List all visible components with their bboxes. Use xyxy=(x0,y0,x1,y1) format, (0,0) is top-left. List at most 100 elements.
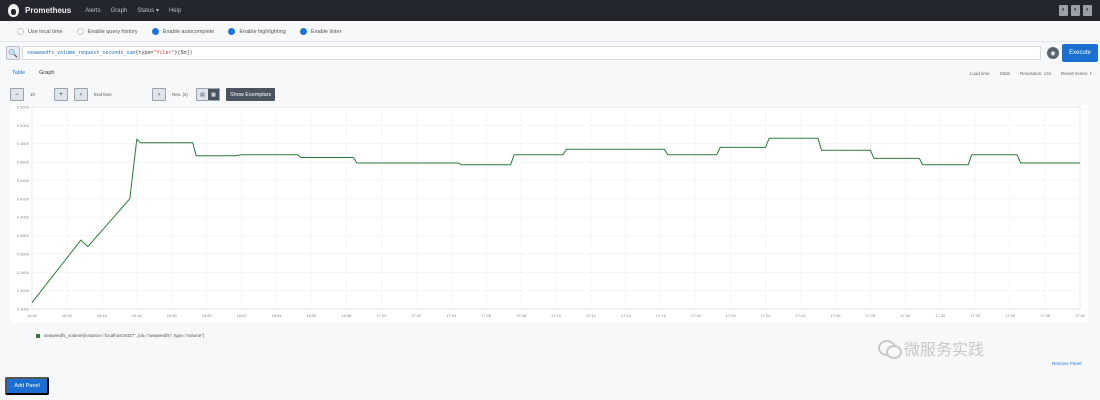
option-label: Use local time xyxy=(28,28,63,35)
metrics-explorer-icon[interactable]: ◉ xyxy=(1047,47,1059,59)
end-time-back-button[interactable]: ‹ xyxy=(74,88,88,101)
x-tick-label: 17:26 xyxy=(830,313,841,318)
graph-legend[interactable]: seaweedfs_volume{instance="localhost:932… xyxy=(36,333,204,338)
x-tick-label: 17:10 xyxy=(551,313,562,318)
x-tick-label: 17:22 xyxy=(761,313,772,318)
y-tick-label: 0.4600 xyxy=(17,160,30,165)
query-stats: Load time Stats Resolution: 14s Result s… xyxy=(970,71,1092,76)
query-string: "filer" xyxy=(153,50,175,56)
x-tick-label: 17:04 xyxy=(446,313,457,318)
option-label: Enable highlighting xyxy=(239,28,286,35)
stack-toggle: ▤ ▦ xyxy=(196,88,220,101)
x-tick-label: 17:28 xyxy=(865,313,876,318)
unstacked-icon[interactable]: ▤ xyxy=(197,89,208,100)
nav-graph[interactable]: Graph xyxy=(111,8,128,14)
tab-table[interactable]: Table xyxy=(12,70,25,76)
option-linter[interactable]: Enable linter xyxy=(299,28,342,35)
y-tick-label: 0.3000 xyxy=(17,307,30,312)
x-tick-label: 17:32 xyxy=(935,313,946,318)
y-tick-label: 0.4000 xyxy=(17,215,30,220)
legend-swatch xyxy=(36,333,40,338)
y-tick-label: 0.4200 xyxy=(17,196,30,201)
execute-button[interactable]: Execute xyxy=(1062,44,1098,62)
x-tick-label: 17:40 xyxy=(1075,313,1086,318)
option-label: Enable linter xyxy=(310,28,342,35)
x-tick-label: 17:12 xyxy=(586,313,597,318)
range-decrease-button[interactable]: − xyxy=(10,88,24,101)
x-tick-label: 17:24 xyxy=(796,313,807,318)
y-tick-label: 0.3400 xyxy=(17,270,30,275)
y-tick-label: 0.3200 xyxy=(17,288,30,293)
theme-light-icon[interactable]: ◐ xyxy=(1059,5,1068,16)
checkbox-linter[interactable] xyxy=(299,28,307,35)
watermark-text: 微服务实践 xyxy=(904,342,985,359)
x-tick-label: 16:52 xyxy=(237,313,248,318)
checkbox-query-history[interactable] xyxy=(76,28,84,35)
x-tick-label: 16:44 xyxy=(97,313,108,318)
x-tick-label: 16:54 xyxy=(272,313,283,318)
x-tick-label: 17:08 xyxy=(516,313,527,318)
checkbox-autocomplete[interactable] xyxy=(151,28,159,35)
query-suffix: }[5m]) xyxy=(174,50,193,56)
x-tick-label: 16:58 xyxy=(341,313,352,318)
add-panel-button[interactable]: Add Panel xyxy=(5,377,49,395)
y-tick-label: 0.4800 xyxy=(17,141,30,146)
x-tick-label: 16:48 xyxy=(167,313,178,318)
y-tick-label: 0.5000 xyxy=(17,123,30,128)
x-tick-label: 16:42 xyxy=(62,313,73,318)
x-tick-label: 17:38 xyxy=(1040,313,1051,318)
query-bar: 🔍 seaweedfs_volume_request_seconds_sum{t… xyxy=(6,43,1098,63)
x-tick-label: 17:20 xyxy=(726,313,737,318)
x-tick-label: 17:16 xyxy=(656,313,667,318)
option-local-time[interactable]: Use local time xyxy=(17,28,63,35)
wechat-icon xyxy=(878,338,902,359)
graph-controls: − 1h + ‹ End time › Res. (s) ▤ ▦ Show Ex… xyxy=(10,87,276,102)
expression-input[interactable]: seaweedfs_volume_request_seconds_sum{typ… xyxy=(22,46,1041,60)
resolution-input[interactable]: Res. (s) xyxy=(172,92,190,97)
search-icon[interactable]: 🔍 xyxy=(6,46,20,60)
stat-result-series: Result series: 1 xyxy=(1060,70,1092,76)
x-tick-label: 17:36 xyxy=(1005,313,1016,318)
stat-load-time: Load time xyxy=(969,70,990,76)
time-series-graph[interactable]: 0.3000 0.3200 0.3400 0.3600 0.3800 0.4000 0.42… xyxy=(10,105,1088,323)
brand-title: Prometheus xyxy=(25,6,72,15)
nav-help[interactable]: Help xyxy=(169,8,181,14)
query-metric: seaweedfs_volume_request_seconds_sum xyxy=(27,50,136,56)
range-increase-button[interactable]: + xyxy=(54,88,68,101)
y-tick-label: 0.4400 xyxy=(17,178,30,183)
x-tick-label: 17:34 xyxy=(970,313,981,318)
show-exemplars-button[interactable]: Show Exemplars xyxy=(226,88,276,101)
range-input[interactable]: 1h xyxy=(30,92,48,97)
option-query-history[interactable]: Enable query history xyxy=(76,28,138,35)
y-tick-label: 0.3600 xyxy=(17,251,30,256)
option-autocomplete[interactable]: Enable autocomplete xyxy=(151,28,214,35)
end-time-input[interactable]: End time xyxy=(94,92,146,97)
x-tick-label: 16:50 xyxy=(202,313,213,318)
panel-tabs: Table Graph Load time Stats Resolution: … xyxy=(12,66,1092,80)
top-navbar: Prometheus Alerts Graph Status ▾ Help ◐ … xyxy=(0,0,1100,21)
option-highlighting[interactable]: Enable highlighting xyxy=(228,28,286,35)
x-tick-label: 16:46 xyxy=(132,313,143,318)
x-tick-label: 17:06 xyxy=(481,313,492,318)
y-tick-label: 0.3800 xyxy=(17,233,30,238)
theme-dark-icon[interactable]: ◐ xyxy=(1071,5,1080,16)
x-tick-label: 16:40 xyxy=(27,313,38,318)
theme-auto-icon[interactable]: ◐ xyxy=(1083,5,1092,16)
nav-status-dropdown[interactable]: Status ▾ xyxy=(137,7,159,14)
x-tick-label: 17:14 xyxy=(621,313,632,318)
x-tick-label: 17:18 xyxy=(691,313,702,318)
stacked-icon[interactable]: ▦ xyxy=(208,89,219,100)
remove-panel-link[interactable]: Remove Panel xyxy=(1052,361,1082,366)
x-tick-label: 17:02 xyxy=(411,313,422,318)
stat-stats: Stats xyxy=(999,70,1010,76)
nav-right-controls: ◐ ◐ ◐ xyxy=(1059,5,1092,16)
nav-alerts[interactable]: Alerts xyxy=(85,8,100,14)
x-tick-label: 17:00 xyxy=(376,313,387,318)
end-time-forward-button[interactable]: › xyxy=(152,88,166,101)
checkbox-highlighting[interactable] xyxy=(228,28,236,35)
checkbox-local-time[interactable] xyxy=(17,28,24,35)
tab-graph[interactable]: Graph xyxy=(39,70,54,76)
x-tick-label: 16:56 xyxy=(306,313,317,318)
legend-series-label: seaweedfs_volume{instance="localhost:932… xyxy=(44,333,205,338)
brand[interactable]: Prometheus xyxy=(8,4,71,17)
